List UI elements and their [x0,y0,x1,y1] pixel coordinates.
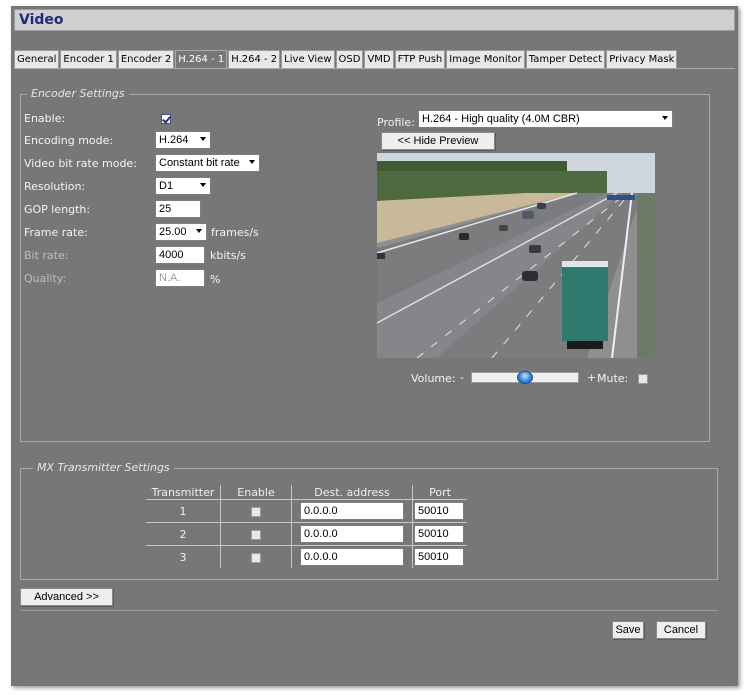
window-title: Video [19,12,64,28]
quality-input[interactable]: N.A. [155,269,205,287]
gop-length-input[interactable]: 25 [155,200,201,218]
tab-osd[interactable]: OSD [335,50,364,68]
video-settings-window: Video General Encoder 1 Encoder 2 H.264 - 1… [11,6,738,686]
transmitter-number: 1 [179,504,187,518]
resolution-label: Resolution: [24,180,86,193]
gop-length-label: GOP length: [24,203,91,216]
address-cell: 0.0.0.0 [291,499,413,523]
chevron-down-icon [196,229,202,233]
quality-unit: % [210,273,221,286]
volume-slider[interactable] [471,371,579,384]
tab-encoder-1[interactable]: Encoder 1 [60,50,117,68]
transmitter-table: Transmitter Enable Dest. address Port 1 0… [146,485,467,568]
column-header: Transmitter [146,485,221,500]
chevron-down-icon [200,137,206,141]
bit-rate-unit: kbits/s [210,249,246,262]
enable-cell [220,522,292,546]
tab-bar: General Encoder 1 Encoder 2 H.264 - 1 H.264 … [14,50,678,68]
table-row: 2 0.0.0.0 50010 [146,522,467,546]
tab-ftp-push[interactable]: FTP Push [394,50,446,68]
encoding-mode-select[interactable]: H.264 [155,131,211,149]
tab-general[interactable]: General [14,50,60,68]
cancel-button[interactable]: Cancel [656,621,706,639]
column-header: Port [412,485,467,500]
table-row: 3 0.0.0.0 50010 [146,545,467,568]
tab-h-264-2[interactable]: H.264 - 2 [228,50,281,68]
bit-rate-input[interactable]: 4000 [155,246,205,264]
tab-privacy-mask[interactable]: Privacy Mask [606,50,678,68]
enable-label: Enable: [24,112,66,125]
tab-h-264-1[interactable]: H.264 - 1 [175,50,228,68]
transmitter-enable-checkbox[interactable] [251,552,261,563]
mute-label: Mute: [597,372,629,385]
address-cell: 0.0.0.0 [291,545,413,568]
tab-encoder-2[interactable]: Encoder 2 [117,50,175,68]
advanced-button[interactable]: Advanced >> [20,588,113,606]
bitrate-mode-label: Video bit rate mode: [24,157,137,170]
port-cell: 50010 [412,545,467,568]
profile-select[interactable]: H.264 - High quality (4.0M CBR) [418,110,673,128]
enable-checkbox[interactable] [161,114,171,124]
tab-image-monitor[interactable]: Image Monitor [446,50,525,68]
column-header: Dest. address [291,485,413,500]
enable-cell [220,545,292,568]
profile-value: H.264 - High quality (4.0M CBR) [422,113,580,125]
save-button[interactable]: Save [612,621,644,639]
transmitter-number: 2 [146,522,221,546]
port-cell: 50010 [412,499,467,523]
resolution-select[interactable]: D1 [155,177,211,195]
volume-label: Volume: [411,372,456,385]
profile-label: Profile: [377,116,415,129]
chevron-down-icon [249,160,255,164]
dest-address-input[interactable]: 0.0.0.0 [300,525,404,543]
hide-preview-button[interactable]: << Hide Preview [381,132,495,150]
chevron-down-icon [662,116,668,120]
transmitter-number: 3 [146,545,221,568]
tab-live-view[interactable]: Live View [281,50,335,68]
frame-rate-select[interactable]: 25.00 [155,223,207,241]
port-input[interactable]: 50010 [414,548,464,566]
column-header: Enable [220,485,292,500]
encoding-mode-label: Encoding mode: [24,134,114,147]
address-cell: 0.0.0.0 [291,522,413,546]
encoding-mode-value: H.264 [159,134,189,146]
volume-plus-label: + [587,371,597,384]
tab-divider [14,68,735,69]
enable-cell [220,499,292,523]
chevron-down-icon [200,183,206,187]
table-header-row: Transmitter Enable Dest. address Port [146,485,467,500]
title-bar: Video [14,9,735,31]
tab-tamper-detect[interactable]: Tamper Detect [525,50,606,68]
tab-vmd[interactable]: VMD [364,50,394,68]
dest-address-input[interactable]: 0.0.0.0 [300,548,404,566]
bit-rate-label: Bit rate: [24,249,69,262]
frame-rate-label: Frame rate: [24,226,88,239]
port-input[interactable]: 50010 [414,525,464,543]
port-cell: 50010 [412,522,467,546]
transmitter-enable-checkbox[interactable] [251,506,261,517]
table-row: 1 0.0.0.0 50010 [146,499,467,523]
volume-minus-label: - [460,371,464,384]
encoder-settings-legend: Encoder Settings [27,87,129,100]
mute-checkbox[interactable] [638,374,648,384]
bitrate-mode-select[interactable]: Constant bit rate [155,154,260,172]
mx-transmitter-legend: MX Transmitter Settings [33,461,174,474]
resolution-value: D1 [159,180,174,192]
bitrate-mode-value: Constant bit rate [159,157,240,169]
video-preview-image [377,153,655,358]
port-input[interactable]: 50010 [414,502,464,520]
dest-address-input[interactable]: 0.0.0.0 [300,502,404,520]
volume-slider-handle[interactable] [517,371,533,384]
frame-rate-value: 25.00 [159,226,187,238]
transmitter-enable-checkbox[interactable] [251,529,261,540]
footer-divider [21,610,718,611]
quality-label: Quality: [24,272,67,285]
frame-rate-unit: frames/s [211,226,259,239]
